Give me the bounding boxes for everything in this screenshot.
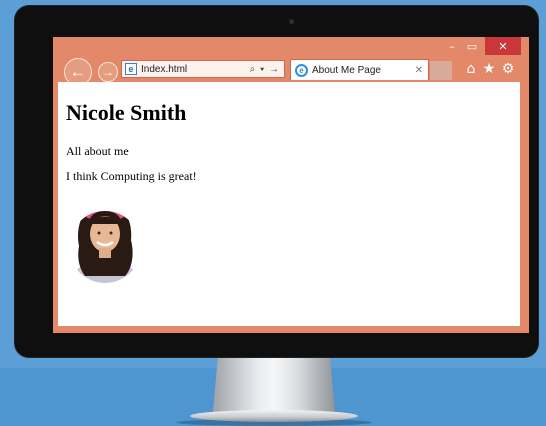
monitor-stand-base [190, 410, 358, 422]
address-search-refresh-icons[interactable]: ⌕ ▾ → [250, 64, 280, 75]
ie-logo-icon: e [295, 63, 308, 77]
monitor-stand-neck [213, 356, 335, 412]
minimize-button[interactable]: – [443, 37, 461, 55]
browser-window: – ▭ ✕ ← → e Index.html ⌕ ▾ → e About Me … [53, 37, 529, 333]
forward-button[interactable]: → [98, 62, 118, 82]
back-arrow-icon: ← [69, 62, 87, 81]
maximize-button[interactable]: ▭ [463, 37, 481, 55]
page-content: Nicole Smith All about me I think Comput… [58, 82, 520, 326]
tab-about-me[interactable]: e About Me Page ✕ [290, 59, 429, 80]
page-icon: e [125, 63, 137, 75]
address-text[interactable]: Index.html [141, 64, 250, 75]
favorites-star-icon[interactable]: ★ [481, 61, 497, 77]
tab-title: About Me Page [312, 64, 381, 76]
home-icon[interactable]: ⌂ [463, 61, 479, 77]
paragraph-computing: I think Computing is great! [66, 169, 197, 183]
tab-close-icon[interactable]: ✕ [415, 65, 423, 76]
paragraph-about: All about me [66, 144, 129, 158]
webcam [289, 19, 294, 24]
new-tab-button[interactable] [430, 61, 452, 80]
page-heading: Nicole Smith [66, 100, 187, 125]
close-button[interactable]: ✕ [485, 37, 521, 55]
address-bar[interactable]: e Index.html ⌕ ▾ → [121, 60, 285, 78]
profile-photo [69, 211, 141, 283]
forward-arrow-icon: → [102, 65, 114, 79]
monitor-bezel: – ▭ ✕ ← → e Index.html ⌕ ▾ → e About Me … [15, 6, 538, 357]
settings-gear-icon[interactable]: ⚙ [500, 61, 516, 77]
